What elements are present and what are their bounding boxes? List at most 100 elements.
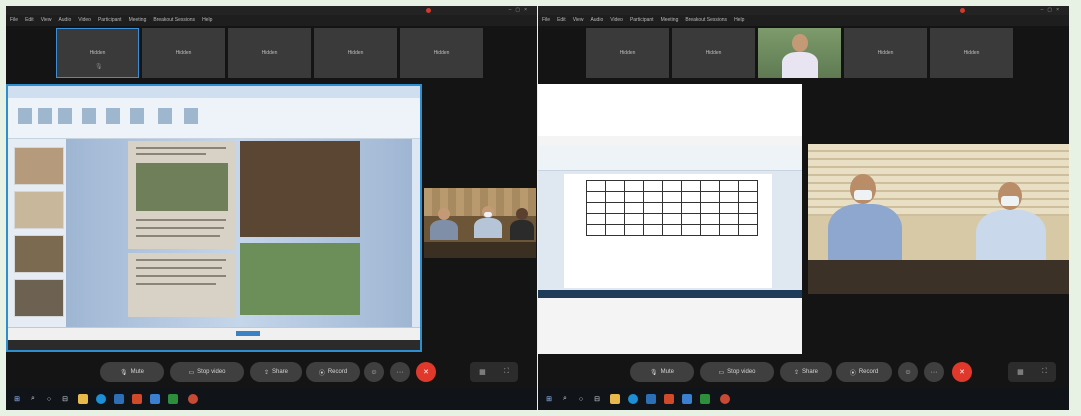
menu-file[interactable]: File [542, 15, 550, 26]
leave-meeting-button[interactable]: ✕ [416, 362, 436, 382]
folder-icon[interactable] [610, 394, 620, 404]
meeting-app-icon[interactable] [682, 394, 692, 404]
more-icon[interactable]: ··· [924, 362, 944, 382]
participant-name: Hidden [261, 50, 278, 56]
document-window [538, 146, 802, 294]
menu-participant[interactable]: Participant [630, 15, 654, 26]
participant-tile[interactable]: Hidden [844, 28, 927, 78]
expand-icon[interactable]: ⛶ [1042, 368, 1047, 376]
menu-audio[interactable]: Audio [590, 15, 603, 26]
task-view-icon[interactable]: ○ [44, 394, 54, 404]
record-button[interactable]: ⦿ Record [836, 362, 892, 382]
menu-meeting[interactable]: Meeting [129, 15, 147, 26]
menu-participant[interactable]: Participant [98, 15, 122, 26]
windows-taskbar: ⊞ ⌕ ○ ⊟ [538, 388, 1069, 410]
layout-controls[interactable]: ▦ ⛶ [470, 362, 518, 382]
browser-icon[interactable] [96, 394, 106, 404]
meeting-app-icon[interactable] [150, 394, 160, 404]
menu-help[interactable]: Help [734, 15, 744, 26]
chrome-icon[interactable] [700, 394, 710, 404]
event-photo [240, 243, 360, 315]
participant-tile[interactable]: Hidden [228, 28, 311, 78]
share-label: Share [272, 369, 289, 375]
office-icon[interactable] [664, 394, 674, 404]
menu-audio[interactable]: Audio [58, 15, 71, 26]
slide-thumbnail[interactable] [14, 235, 64, 273]
window-title-bar: –▢× [6, 6, 537, 15]
leave-meeting-button[interactable]: ✕ [952, 362, 972, 382]
participant-tile[interactable]: Hidden 🎙 [56, 28, 139, 78]
participant-video-tile[interactable] [758, 28, 841, 78]
stop-video-button[interactable]: ▭ Stop video [170, 362, 244, 382]
smile-icon[interactable]: ☺ [898, 362, 918, 382]
participant-name: Hidden [963, 50, 980, 56]
window-title-bar: –▢× [538, 6, 1069, 15]
record-button[interactable]: ⦿ Record [306, 362, 360, 382]
chrome-icon[interactable] [168, 394, 178, 404]
newspaper-clipping [128, 253, 236, 317]
participant-tile[interactable]: Hidden [586, 28, 669, 78]
document-table [586, 180, 758, 236]
slide-thumbnail[interactable] [14, 147, 64, 185]
mute-button[interactable]: 🎙 Mute [100, 362, 164, 382]
menu-video[interactable]: Video [78, 15, 91, 26]
menu-help[interactable]: Help [202, 15, 212, 26]
menu-view[interactable]: View [573, 15, 584, 26]
shared-screen-blank-area [538, 84, 802, 136]
expand-icon[interactable]: ⛶ [504, 368, 509, 376]
more-icon[interactable]: ··· [390, 362, 410, 382]
folder-icon[interactable] [78, 394, 88, 404]
app-icon[interactable] [188, 394, 198, 404]
windows-start-icon[interactable]: ⊞ [544, 394, 554, 404]
share-button[interactable]: ⇪ Share [250, 362, 302, 382]
smile-icon[interactable]: ☺ [364, 362, 384, 382]
participant-tile[interactable]: Hidden [400, 28, 483, 78]
office-icon[interactable] [132, 394, 142, 404]
slide-thumbnails [8, 139, 66, 328]
search-icon[interactable]: ⌕ [560, 394, 570, 404]
mute-button[interactable]: 🎙 Mute [630, 362, 694, 382]
search-icon[interactable]: ⌕ [28, 394, 38, 404]
widgets-icon[interactable]: ⊟ [60, 394, 70, 404]
store-icon[interactable] [646, 394, 656, 404]
store-icon[interactable] [114, 394, 124, 404]
meeting-controls: 🎙 Mute ▭ Stop video ⇪ Share ⦿ Record ☺ ·… [538, 358, 1069, 388]
menu-edit[interactable]: Edit [25, 15, 34, 26]
slide-thumbnail[interactable] [14, 191, 64, 229]
participant-video[interactable] [808, 144, 1069, 294]
layout-controls[interactable]: ▦ ⛶ [1008, 362, 1056, 382]
stop-video-button[interactable]: ▭ Stop video [700, 362, 774, 382]
app-icon[interactable] [720, 394, 730, 404]
browser-icon[interactable] [628, 394, 638, 404]
menu-file[interactable]: File [10, 15, 18, 26]
menu-breakout[interactable]: Breakout Sessions [153, 15, 195, 26]
microphone-icon: 🎙 [650, 369, 658, 376]
menu-view[interactable]: View [41, 15, 52, 26]
participant-tile[interactable]: Hidden [672, 28, 755, 78]
presentation-status-bar [8, 327, 420, 340]
menu-meeting[interactable]: Meeting [661, 15, 679, 26]
participant-tile[interactable]: Hidden [142, 28, 225, 78]
menu-breakout[interactable]: Breakout Sessions [685, 15, 727, 26]
window-controls[interactable]: –▢× [509, 6, 531, 15]
shared-taskbar [8, 340, 420, 350]
menu-video[interactable]: Video [610, 15, 623, 26]
slide-thumbnail[interactable] [14, 279, 64, 317]
participant-tile[interactable]: Hidden [314, 28, 397, 78]
participant-video[interactable] [424, 188, 536, 258]
grid-icon[interactable]: ▦ [479, 368, 486, 376]
share-icon: ⇪ [263, 369, 269, 376]
microphone-icon: 🎙 [120, 369, 128, 376]
menu-edit[interactable]: Edit [557, 15, 566, 26]
zoom-control[interactable] [236, 331, 260, 336]
task-view-icon[interactable]: ○ [576, 394, 586, 404]
window-controls[interactable]: –▢× [1041, 6, 1063, 15]
participant-name: Hidden [877, 50, 894, 56]
mute-label: Mute [660, 369, 674, 375]
windows-taskbar: ⊞ ⌕ ○ ⊟ [6, 388, 537, 410]
widgets-icon[interactable]: ⊟ [592, 394, 602, 404]
windows-start-icon[interactable]: ⊞ [12, 394, 22, 404]
share-button[interactable]: ⇪ Share [780, 362, 832, 382]
participant-tile[interactable]: Hidden [930, 28, 1013, 78]
grid-icon[interactable]: ▦ [1017, 368, 1024, 376]
